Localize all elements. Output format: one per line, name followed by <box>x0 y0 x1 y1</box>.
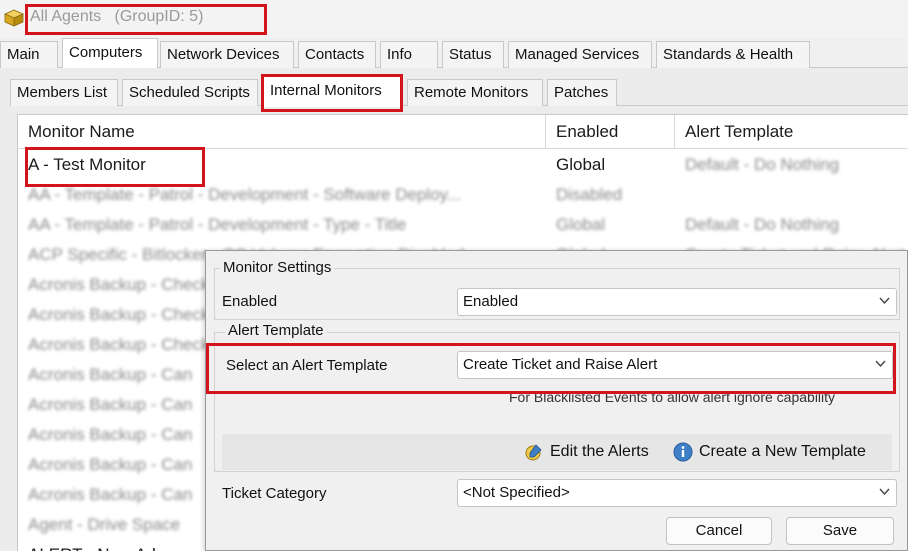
edit-pencil-icon <box>525 444 542 461</box>
alert-template-select[interactable]: Create Ticket and Raise Alert <box>457 351 893 379</box>
main-tab-bar: Main Computers Network Devices Contacts … <box>0 38 908 69</box>
cell-monitor-name: AA - Template - Patrol - Development - S… <box>28 185 462 204</box>
column-enabled[interactable]: Enabled <box>546 115 675 149</box>
alert-template-legend: Alert Template <box>225 322 327 339</box>
cell-enabled: Global <box>556 215 606 234</box>
enabled-select[interactable]: Enabled <box>457 288 897 316</box>
tab-internal-monitors[interactable]: Internal Monitors <box>263 76 402 107</box>
ticket-category-select[interactable]: <Not Specified> <box>457 479 897 507</box>
chevron-down-icon <box>875 360 886 368</box>
tab-status[interactable]: Status <box>442 41 504 68</box>
tab-managed-services[interactable]: Managed Services <box>508 41 652 68</box>
cell-monitor-name: AA - Template - Patrol - Development - T… <box>28 215 407 234</box>
ticket-category-label: Ticket Category <box>222 485 327 502</box>
tab-patches[interactable]: Patches <box>547 79 617 106</box>
enabled-label: Enabled <box>222 293 278 310</box>
column-monitor-name[interactable]: Monitor Name <box>18 115 546 149</box>
sub-tab-bar: Members List Scheduled Scripts Internal … <box>10 76 908 107</box>
monitor-settings-legend: Monitor Settings <box>220 259 335 276</box>
cell-alert-template: Default - Do Nothing <box>685 155 840 174</box>
blacklist-note: For Blacklisted Events to allow alert ig… <box>509 389 836 405</box>
chevron-down-icon <box>879 488 890 496</box>
cell-alert-template: Default - Do Nothing <box>685 215 840 234</box>
edit-alerts-label: Edit the Alerts <box>550 443 649 460</box>
tab-main[interactable]: Main <box>0 41 58 68</box>
tab-info[interactable]: Info <box>380 41 438 68</box>
window-title: All Agents (GroupID: 5) <box>30 8 204 25</box>
table-row[interactable]: AA - Template - Patrol - Development - T… <box>18 210 908 240</box>
cancel-button[interactable]: Cancel <box>666 517 772 545</box>
alert-template-select-value: Create Ticket and Raise Alert <box>463 356 658 373</box>
column-alert-template[interactable]: Alert Template <box>675 115 908 149</box>
ticket-category-select-value: <Not Specified> <box>463 484 570 501</box>
cell-enabled: Global <box>556 155 606 174</box>
cell-alert-template <box>675 180 908 210</box>
title-bar: All Agents (GroupID: 5) <box>0 0 908 38</box>
create-template-label: Create a New Template <box>699 443 866 460</box>
chevron-down-icon <box>879 297 890 305</box>
info-icon <box>673 442 693 462</box>
tab-contacts[interactable]: Contacts <box>298 41 376 68</box>
table-row[interactable]: A - Test Monitor Global Default - Do Nothi… <box>18 150 908 180</box>
tab-members-list[interactable]: Members List <box>10 79 118 106</box>
tab-computers[interactable]: Computers <box>62 38 158 69</box>
tab-network-devices[interactable]: Network Devices <box>160 41 294 68</box>
cell-monitor-name: A - Test Monitor <box>28 155 146 174</box>
create-template-link[interactable]: Create a New Template <box>673 440 866 464</box>
tab-scheduled-scripts[interactable]: Scheduled Scripts <box>122 79 258 106</box>
cell-enabled: Disabled <box>556 185 623 204</box>
table-row[interactable]: AA - Template - Patrol - Development - S… <box>18 180 908 210</box>
select-template-label: Select an Alert Template <box>226 357 388 374</box>
enabled-select-value: Enabled <box>463 293 519 310</box>
save-button[interactable]: Save <box>786 517 894 545</box>
tab-standards-health[interactable]: Standards & Health <box>656 41 810 68</box>
edit-alerts-link[interactable]: Edit the Alerts <box>524 440 649 464</box>
grid-header: Monitor Name Enabled Alert Template <box>18 115 908 149</box>
agents-box-icon <box>4 9 24 27</box>
monitor-settings-dialog: Monitor Settings Enabled Enabled Alert T… <box>205 250 908 551</box>
template-actions: Edit the Alerts Create a New Template <box>222 434 892 470</box>
tab-remote-monitors[interactable]: Remote Monitors <box>407 79 543 106</box>
